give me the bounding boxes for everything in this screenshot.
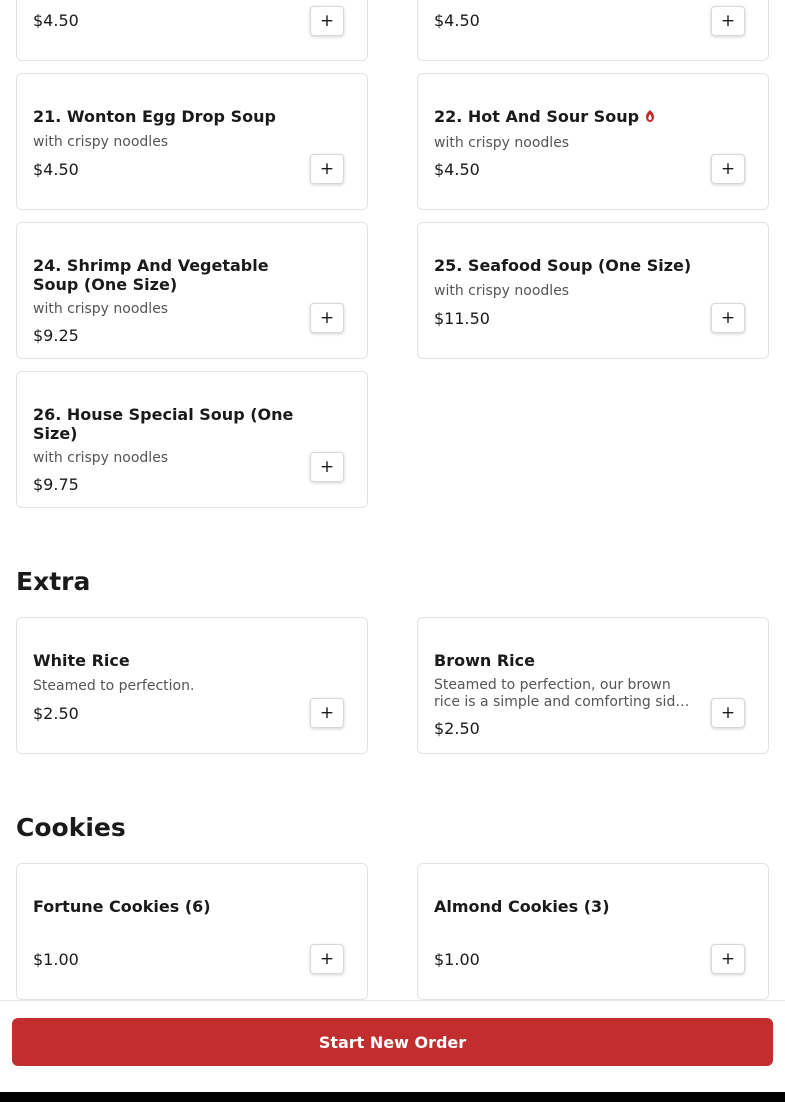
item-name: 26. House Special Soup (One Size) — [33, 405, 294, 443]
plus-icon: + — [319, 456, 335, 477]
item-price: $9.25 — [33, 326, 79, 345]
item-description: with crispy noodles — [33, 301, 169, 317]
menu-item-card[interactable]: 22. Hot And Sour Soup with crispy noodle… — [417, 73, 769, 210]
item-price: $11.50 — [434, 309, 490, 328]
item-price: $2.50 — [33, 704, 79, 723]
plus-icon: + — [720, 158, 736, 179]
add-item-button[interactable]: + — [711, 6, 745, 36]
chili-pepper-icon — [644, 108, 656, 127]
item-name: 22. Hot And Sour Soup — [434, 107, 640, 126]
add-item-button[interactable]: + — [711, 698, 745, 728]
plus-icon: + — [319, 948, 335, 969]
plus-icon: + — [319, 158, 335, 179]
plus-icon: + — [720, 702, 736, 723]
menu-item-card[interactable]: 26. House Special Soup (One Size) with c… — [16, 371, 368, 508]
item-price: $1.00 — [33, 950, 79, 969]
menu-item-card[interactable]: $4.50 + — [16, 0, 368, 61]
add-item-button[interactable]: + — [310, 698, 344, 728]
add-item-button[interactable]: + — [711, 303, 745, 333]
item-description: with crispy noodles — [434, 283, 570, 299]
item-name: 21. Wonton Egg Drop Soup — [33, 107, 276, 126]
section-title-extra: Extra — [16, 567, 91, 596]
item-description: Steamed to perfection. — [33, 678, 195, 694]
item-name: Brown Rice — [434, 651, 535, 670]
item-price: $1.00 — [434, 950, 480, 969]
plus-icon: + — [319, 307, 335, 328]
item-description: with crispy noodles — [33, 134, 169, 150]
plus-icon: + — [720, 948, 736, 969]
item-description: with crispy noodles — [33, 450, 169, 466]
item-name: Fortune Cookies (6) — [33, 897, 211, 916]
menu-item-card[interactable]: Brown Rice Steamed to perfection, our br… — [417, 617, 769, 754]
plus-icon: + — [720, 10, 736, 31]
plus-icon: + — [720, 307, 736, 328]
order-footer: Start New Order — [0, 1000, 785, 1093]
menu-item-card[interactable]: $4.50 + — [417, 0, 769, 61]
add-item-button[interactable]: + — [310, 154, 344, 184]
plus-icon: + — [319, 10, 335, 31]
plus-icon: + — [319, 702, 335, 723]
section-title-cookies: Cookies — [16, 813, 126, 842]
item-price: $4.50 — [33, 11, 79, 30]
item-name: 25. Seafood Soup (One Size) — [434, 256, 692, 275]
add-item-button[interactable]: + — [711, 154, 745, 184]
item-description: with crispy noodles — [434, 135, 570, 151]
item-name: 24. Shrimp And Vegetable Soup (One Size) — [33, 256, 269, 294]
menu-item-card[interactable]: 21. Wonton Egg Drop Soup with crispy noo… — [16, 73, 368, 210]
item-price: $4.50 — [434, 160, 480, 179]
item-price: $2.50 — [434, 719, 480, 738]
menu-item-card[interactable]: White Rice Steamed to perfection. $2.50 … — [16, 617, 368, 754]
menu-item-card[interactable]: 24. Shrimp And Vegetable Soup (One Size)… — [16, 222, 368, 359]
item-price: $4.50 — [434, 11, 480, 30]
bottom-bar — [0, 1092, 785, 1102]
item-price: $4.50 — [33, 160, 79, 179]
start-new-order-button[interactable]: Start New Order — [12, 1018, 773, 1066]
add-item-button[interactable]: + — [310, 944, 344, 974]
item-price: $9.75 — [33, 475, 79, 494]
menu-item-card[interactable]: 25. Seafood Soup (One Size) with crispy … — [417, 222, 769, 359]
item-name: White Rice — [33, 651, 130, 670]
menu-item-card[interactable]: Almond Cookies (3) $1.00 + — [417, 863, 769, 1000]
menu-item-card[interactable]: Fortune Cookies (6) $1.00 + — [16, 863, 368, 1000]
item-name-row: 22. Hot And Sour Soup — [434, 107, 709, 127]
add-item-button[interactable]: + — [310, 303, 344, 333]
add-item-button[interactable]: + — [310, 6, 344, 36]
item-name: Almond Cookies (3) — [434, 897, 610, 916]
item-description: Steamed to perfection, our brown rice is… — [434, 677, 684, 710]
add-item-button[interactable]: + — [310, 452, 344, 482]
add-item-button[interactable]: + — [711, 944, 745, 974]
